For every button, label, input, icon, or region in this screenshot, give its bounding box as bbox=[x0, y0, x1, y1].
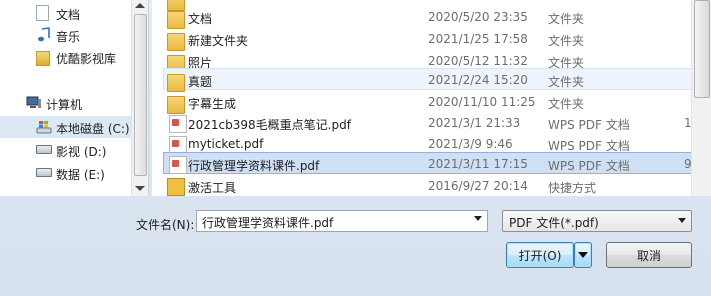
music-icon bbox=[36, 27, 52, 43]
file-row[interactable]: 新建文件夹 2021/1/25 17:58 文件夹 bbox=[164, 28, 692, 51]
windows-drive-icon bbox=[36, 119, 52, 135]
file-date: 2021/1/25 17:58 bbox=[428, 32, 528, 46]
open-options-button[interactable] bbox=[574, 242, 592, 268]
drive-icon bbox=[36, 168, 52, 177]
scroll-down-arrow-icon[interactable] bbox=[135, 186, 145, 191]
nav-item-label: 文档 bbox=[56, 8, 81, 22]
file-type: 快捷方式 bbox=[548, 181, 597, 195]
file-name: 行政管理学资料课件.pdf bbox=[188, 159, 320, 173]
file-type: 文件夹 bbox=[548, 97, 585, 111]
filetype-dropdown-icon[interactable] bbox=[678, 218, 686, 223]
file-row[interactable]: 2021cb398毛概重点笔记.pdf 2021/3/1 21:33 WPS P… bbox=[164, 112, 703, 134]
nav-item-label: 计算机 bbox=[46, 98, 83, 112]
file-date: 2020/5/20 23:35 bbox=[428, 10, 528, 24]
open-button-label: 打开(O) bbox=[518, 248, 562, 263]
file-date: 2021/2/24 15:20 bbox=[428, 73, 528, 87]
nav-item-youku[interactable]: 优酷影视库 bbox=[0, 46, 130, 68]
file-row-selected[interactable]: 行政管理学资料课件.pdf 2021/3/11 17:15 WPS PDF 文档… bbox=[163, 152, 695, 174]
file-type: 文件夹 bbox=[548, 34, 585, 48]
nav-item-music[interactable]: 音乐 bbox=[0, 24, 130, 46]
cancel-button-label: 取消 bbox=[636, 248, 661, 263]
nav-item-label: 音乐 bbox=[56, 30, 81, 44]
chevron-down-icon bbox=[578, 252, 588, 258]
open-file-dialog: 文档 音乐 优酷影视库 计算机 本地磁盘 (C:) 影视 (D:) 数据 (E:… bbox=[0, 0, 711, 296]
file-type: WPS PDF 文档 bbox=[548, 159, 630, 173]
navigation-pane: 文档 音乐 优酷影视库 计算机 本地磁盘 (C:) 影视 (D:) 数据 (E:… bbox=[0, 0, 149, 196]
file-name: 2021cb398毛概重点笔记.pdf bbox=[188, 118, 351, 132]
file-type: WPS PDF 文档 bbox=[548, 118, 630, 132]
file-list-scrollbar[interactable] bbox=[691, 0, 711, 196]
nav-item-drive-d[interactable]: 影视 (D:) bbox=[0, 139, 130, 161]
file-date: 2021/3/11 17:15 bbox=[428, 157, 528, 171]
folder-icon bbox=[36, 51, 50, 66]
shortcut-icon bbox=[167, 178, 185, 196]
filetype-value: PDF 文件(*.pdf) bbox=[509, 216, 599, 230]
filename-input[interactable]: 行政管理学资料课件.pdf bbox=[196, 210, 488, 232]
file-list-scrollbar-thumb[interactable] bbox=[694, 0, 710, 98]
scroll-up-arrow-icon[interactable] bbox=[135, 3, 145, 8]
file-list: 文档 2020/5/20 23:35 文件夹 新建文件夹 2021/1/25 1… bbox=[152, 0, 711, 196]
file-row[interactable]: 真题 2021/2/24 15:20 文件夹 bbox=[163, 68, 692, 92]
nav-scrollbar[interactable] bbox=[131, 0, 148, 196]
file-name: myticket.pdf bbox=[188, 137, 264, 151]
filename-history-dropdown-icon[interactable] bbox=[474, 216, 482, 221]
open-button[interactable]: 打开(O) bbox=[506, 242, 574, 268]
nav-item-computer[interactable]: 计算机 bbox=[0, 92, 130, 114]
dialog-footer: 文件名(N): 行政管理学资料课件.pdf PDF 文件(*.pdf) 打开(O… bbox=[0, 198, 711, 296]
file-date: 2020/5/12 11:32 bbox=[428, 54, 528, 68]
nav-item-drive-c[interactable]: 本地磁盘 (C:) bbox=[0, 116, 131, 138]
file-date: 2020/11/10 11:25 bbox=[428, 95, 536, 109]
file-row[interactable]: 文档 2020/5/20 23:35 文件夹 bbox=[164, 6, 692, 29]
nav-item-label: 本地磁盘 (C:) bbox=[56, 122, 130, 136]
pdf-file-icon bbox=[169, 115, 187, 133]
filename-value: 行政管理学资料课件.pdf bbox=[202, 216, 334, 230]
nav-item-label: 影视 (D:) bbox=[56, 145, 107, 159]
file-row[interactable]: 激活工具 2016/9/27 20:14 快捷方式 bbox=[164, 175, 692, 196]
nav-scrollbar-thumb[interactable] bbox=[134, 14, 147, 176]
pdf-file-icon bbox=[169, 156, 187, 174]
folder-icon bbox=[167, 33, 185, 51]
file-name: 新建文件夹 bbox=[188, 34, 249, 48]
documents-icon bbox=[36, 5, 49, 21]
drive-icon bbox=[36, 145, 52, 154]
file-name: 激活工具 bbox=[188, 181, 237, 195]
file-date: 2016/9/27 20:14 bbox=[428, 179, 528, 193]
file-type: 文件夹 bbox=[548, 12, 585, 26]
nav-item-documents[interactable]: 文档 bbox=[0, 2, 130, 24]
file-name: 文档 bbox=[188, 12, 213, 26]
filetype-select[interactable]: PDF 文件(*.pdf) bbox=[502, 210, 692, 232]
folder-icon bbox=[167, 11, 185, 29]
nav-item-label: 优酷影视库 bbox=[56, 52, 117, 66]
nav-item-label: 数据 (E:) bbox=[56, 168, 105, 182]
computer-icon bbox=[26, 95, 42, 111]
file-date: 2021/3/1 21:33 bbox=[428, 116, 521, 130]
cancel-button[interactable]: 取消 bbox=[606, 242, 692, 268]
file-name: 真题 bbox=[188, 75, 213, 89]
file-name: 字幕生成 bbox=[188, 97, 237, 111]
filename-label: 文件名(N): bbox=[136, 218, 195, 232]
file-type: 文件夹 bbox=[548, 75, 585, 89]
folder-icon bbox=[167, 74, 185, 92]
nav-item-drive-e[interactable]: 数据 (E:) bbox=[0, 162, 130, 184]
file-date: 2021/3/9 9:46 bbox=[428, 137, 513, 151]
file-row[interactable]: 字幕生成 2020/11/10 11:25 文件夹 bbox=[164, 91, 692, 114]
